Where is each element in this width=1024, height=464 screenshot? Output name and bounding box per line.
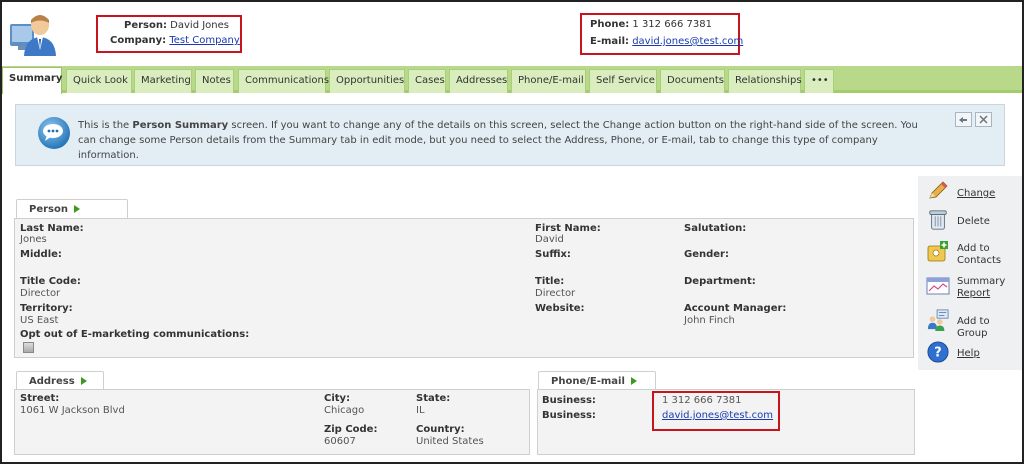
tab-notes[interactable]: Notes — [195, 69, 234, 93]
header-person: Person: David Jones — [124, 20, 229, 31]
help-icon: ? — [927, 341, 949, 363]
tab-phone-email[interactable]: Phone/E-mail — [511, 69, 586, 93]
speech-bubble-icon — [38, 117, 70, 149]
header-email: E-mail: david.jones@test.com — [590, 36, 743, 47]
record-header: Person: David Jones Company: Test Compan… — [2, 2, 1022, 64]
territory-label: Territory: — [20, 303, 73, 314]
business-phone-label: Business: — [542, 395, 596, 406]
business-email-highlight — [652, 391, 780, 431]
change-label: Change — [957, 188, 996, 199]
delete-action[interactable]: Delete — [918, 209, 1022, 235]
last-name-value: Jones — [20, 234, 47, 245]
tab-cases[interactable]: Cases — [408, 69, 446, 93]
person-panel-tab[interactable]: Person — [16, 199, 128, 219]
person-icon — [10, 15, 56, 56]
zip-label: Zip Code: — [324, 424, 378, 435]
opt-out-label: Opt out of E-marketing communications: — [20, 329, 250, 340]
summary-report-action[interactable]: Summary Report — [918, 273, 1022, 301]
tab-opportunities[interactable]: Opportunities — [329, 69, 405, 93]
website-label: Website: — [535, 303, 585, 314]
tab-documents[interactable]: Documents — [660, 69, 725, 93]
info-panel: This is the Person Summary screen. If yo… — [15, 104, 1005, 166]
person-name: David Jones — [170, 20, 229, 31]
summary-report-label: Summary Report — [957, 276, 1006, 299]
tab-relationships[interactable]: Relationships — [728, 69, 802, 93]
city-value: Chicago — [324, 405, 365, 416]
pencil-icon — [929, 181, 948, 199]
add-to-group-label: Add to Group — [957, 316, 990, 339]
tab-quick-look[interactable]: Quick Look — [66, 69, 132, 93]
collapse-info-button[interactable] — [955, 112, 972, 127]
company-link[interactable]: Test Company — [169, 35, 239, 46]
company-label: Company: — [110, 35, 167, 46]
email-link[interactable]: david.jones@test.com — [632, 36, 743, 47]
business-email-label: Business: — [542, 410, 596, 421]
address-panel-tab[interactable]: Address — [16, 371, 104, 391]
close-info-button[interactable] — [975, 112, 992, 127]
info-bold: Person Summary — [132, 120, 229, 131]
phone-email-panel-title: Phone/E-mail — [551, 376, 625, 387]
country-value: United States — [416, 436, 484, 447]
email-label: E-mail: — [590, 36, 630, 47]
territory-value: US East — [20, 315, 59, 326]
person-panel-title: Person — [29, 204, 68, 215]
title-code-label: Title Code: — [20, 276, 81, 287]
trash-icon — [929, 210, 947, 230]
tab-self-service[interactable]: Self Service — [589, 69, 657, 93]
title-code-value: Director — [20, 288, 61, 299]
zip-value: 60607 — [324, 436, 356, 447]
state-value: IL — [416, 405, 425, 416]
street-value: 1061 W Jackson Blvd — [20, 405, 125, 416]
group-icon — [927, 309, 949, 331]
expand-arrow-icon — [630, 377, 637, 385]
phone-email-panel-tab[interactable]: Phone/E-mail — [538, 371, 656, 391]
title-label: Title: — [535, 276, 565, 287]
account-manager-value: John Finch — [684, 315, 735, 326]
help-label: Help — [957, 348, 980, 359]
account-manager-label: Account Manager: — [684, 303, 787, 314]
info-text: This is the Person Summary screen. If yo… — [78, 120, 918, 161]
help-action[interactable]: ? Help — [918, 341, 1022, 367]
tab-marketing[interactable]: Marketing — [134, 69, 192, 93]
state-label: State: — [416, 393, 451, 404]
country-label: Country: — [416, 424, 465, 435]
first-name-value: David — [535, 234, 564, 245]
tab-bar: Summary Quick Look Marketing Notes Commu… — [2, 66, 1022, 94]
report-icon — [926, 277, 950, 295]
add-to-group-action[interactable]: Add to Group — [918, 309, 1022, 339]
phone-number: 1 312 666 7381 — [632, 19, 712, 30]
street-label: Street: — [20, 393, 60, 404]
expand-arrow-icon — [73, 205, 80, 213]
address-panel-title: Address — [29, 376, 75, 387]
salutation-label: Salutation: — [684, 223, 747, 234]
action-bar: Change Delete Add to Contacts Summary Re… — [918, 176, 1022, 370]
city-label: City: — [324, 393, 351, 404]
last-name-label: Last Name: — [20, 223, 84, 234]
close-icon — [979, 115, 988, 124]
suffix-label: Suffix: — [535, 249, 571, 260]
add-to-contacts-label: Add to Contacts — [957, 243, 1002, 266]
header-phone: Phone: 1 312 666 7381 — [590, 19, 712, 30]
collapse-icon — [959, 117, 967, 123]
tab-more[interactable]: ••• — [804, 69, 834, 93]
tab-communications[interactable]: Communications — [238, 69, 329, 93]
phone-label: Phone: — [590, 19, 630, 30]
header-company: Company: Test Company — [110, 35, 240, 46]
person-label: Person: — [124, 20, 167, 31]
title-value: Director — [535, 288, 576, 299]
first-name-label: First Name: — [535, 223, 601, 234]
tab-summary[interactable]: Summary — [2, 67, 62, 94]
change-action[interactable]: Change — [918, 180, 1022, 204]
svg-text:?: ? — [934, 346, 941, 361]
add-to-contacts-action[interactable]: Add to Contacts — [918, 239, 1022, 267]
middle-label: Middle: — [20, 249, 62, 260]
department-label: Department: — [684, 276, 756, 287]
opt-out-checkbox[interactable] — [23, 342, 34, 353]
tab-addresses[interactable]: Addresses — [449, 69, 508, 93]
expand-arrow-icon — [80, 377, 87, 385]
delete-label: Delete — [957, 216, 990, 227]
contact-card-icon — [927, 241, 948, 262]
gender-label: Gender: — [684, 249, 729, 260]
